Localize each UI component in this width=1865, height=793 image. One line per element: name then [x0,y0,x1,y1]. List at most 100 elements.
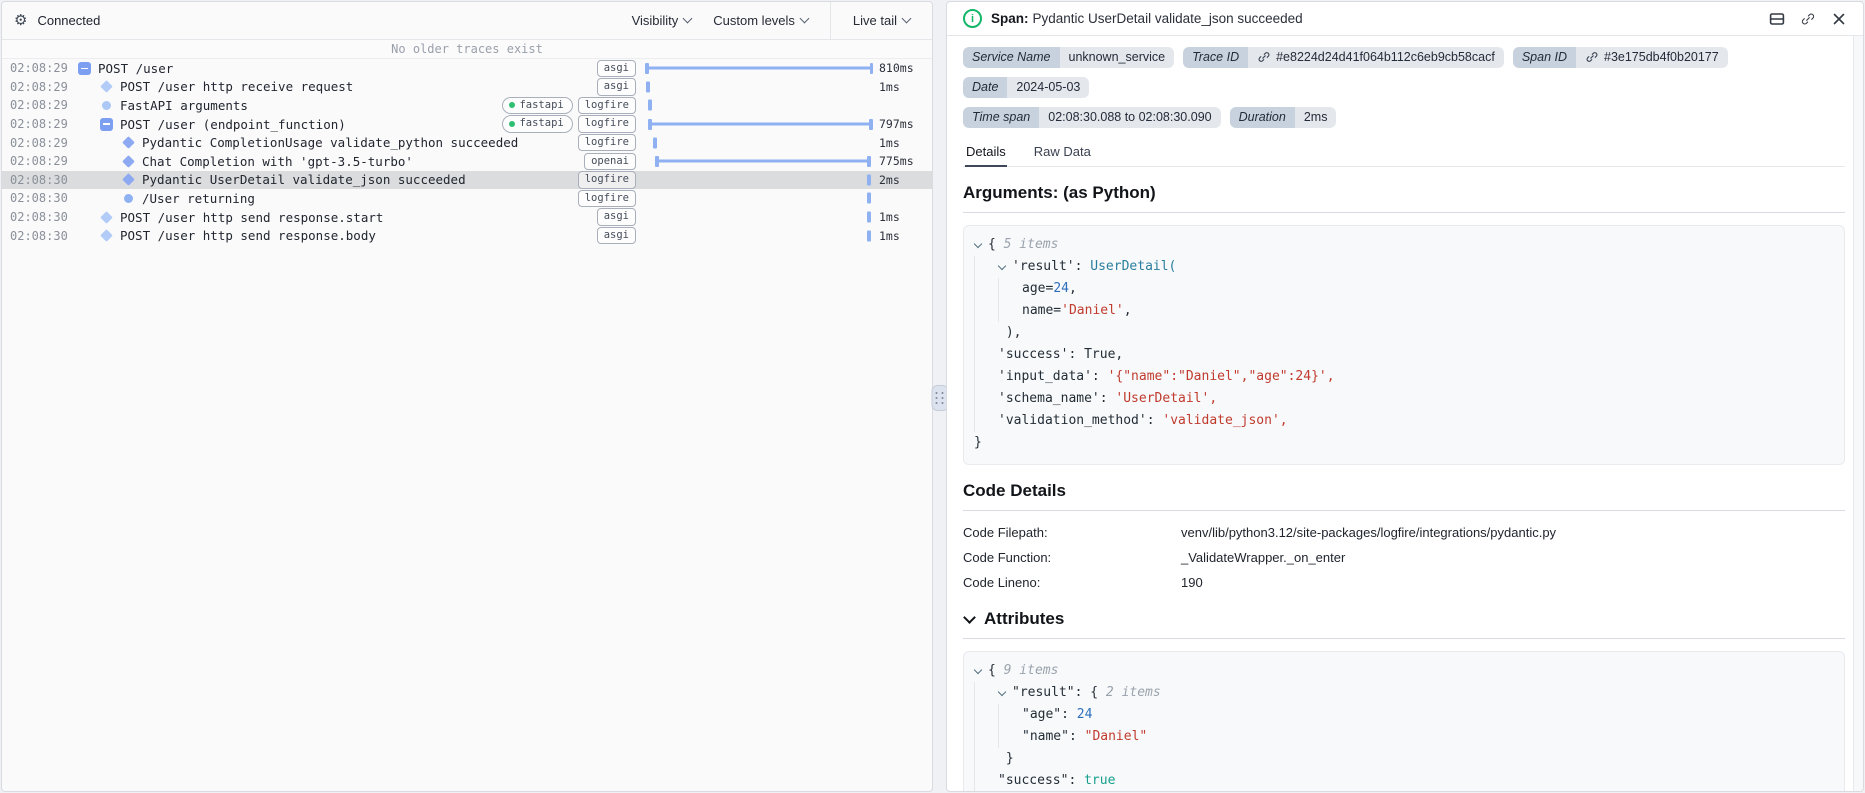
meta-badge-service-name: Service Name unknown_service [963,47,1175,68]
gear-icon[interactable]: ⚙ [14,13,27,28]
code-line: 'validation_method': 'validate_json', [974,410,1834,432]
trace-row[interactable]: 02:08:29 Pydantic CompletionUsage validat… [2,133,932,152]
indent-guide [974,682,998,704]
duration-bar-track [646,59,872,78]
meta-badge-duration: Duration 2ms [1229,107,1337,128]
arguments-heading: Arguments: (as Python) [963,183,1156,202]
meta-badge-label: Trace ID [1183,47,1249,68]
link-icon [1586,52,1598,62]
span-label: POST /user http receive request [120,79,354,95]
meta-badge-span-id: Span ID #3e175db4f0b20177 [1512,47,1728,68]
visibility-dropdown[interactable]: Visibility [632,13,693,28]
code-token: { [988,237,1004,252]
diamond-icon [122,136,135,150]
trace-row[interactable]: 02:08:29 FastAPI arguments fastapi logfire [2,96,932,115]
indent-guide [974,344,998,366]
trace-toolbar: ⚙ Connected Visibility Custom levels Liv… [2,2,932,40]
indent-guide [974,704,998,726]
span-details-header: i Span: Pydantic UserDetail validate_json… [947,2,1863,36]
scope-badge-logfire: logfire [577,189,636,208]
code-token: "Daniel" [1084,729,1148,744]
trace-row[interactable]: 02:08:29 POST /user (endpoint_function) fa… [2,115,932,134]
duration-bar [648,99,653,111]
meta-badge-label: Service Name [963,47,1060,68]
trace-row[interactable]: 02:08:30 POST /user http send response.st… [2,208,932,227]
code-line: ), [974,322,1834,344]
indent-guide [998,726,1022,748]
code-line: { 9 items [974,660,1834,682]
duration-bar [646,81,650,93]
link-icon[interactable] [1800,11,1816,27]
row-timestamp: 02:08:29 [10,154,68,169]
trace-row[interactable]: 02:08:29 POST /user http receive request a… [2,78,932,97]
span-meta-row: Time span 02:08:30.088 to 02:08:30.090 Dur… [963,107,1845,128]
close-icon[interactable] [1831,11,1847,27]
code-token: } [998,751,1014,766]
duration-label: 1ms [879,135,900,150]
span-details-panel: i Span: Pydantic UserDetail validate_json… [946,1,1864,792]
minus-square-icon[interactable] [78,61,91,75]
green-dot-icon [509,101,516,108]
minus-square-icon[interactable] [100,117,113,131]
trace-row[interactable]: 02:08:29 POST /user asgi 810ms [2,59,932,78]
duration-bar-track [646,96,872,115]
row-badges: logfire [577,133,646,152]
trace-row[interactable]: 02:08:30/User returning logfire [2,189,932,208]
duration-bar [867,192,872,204]
panel-layout-icon[interactable] [1769,11,1785,27]
trace-row[interactable]: 02:08:29 Chat Completion with 'gpt-3.5-tu… [2,152,932,171]
row-main: /User returning logfire [70,189,646,208]
meta-badge-label: Date [963,77,1008,98]
collapse-caret-icon[interactable] [998,260,1007,274]
tab-raw-data[interactable]: Raw Data [1033,137,1092,167]
link-icon [1258,52,1270,62]
indent-guide [974,410,998,432]
collapse-caret-icon[interactable] [974,664,983,678]
collapse-caret-icon[interactable] [998,686,1007,700]
meta-badge-label: Span ID [1512,47,1576,68]
live-tail-dropdown[interactable]: Live tail [853,13,912,28]
indent-guide [998,704,1022,726]
row-main: Chat Completion with 'gpt-3.5-turbo' open… [70,152,646,171]
row-main: POST /user (endpoint_function) fastapi log… [70,115,646,134]
row-badges: fastapi logfire [502,115,646,133]
grip-dots-icon [935,391,944,405]
code-token: , [1123,303,1132,318]
row-timestamp: 02:08:30 [10,191,68,206]
row-main: POST /user http send response.body asgi [70,226,646,245]
indent-guide [974,256,998,278]
tab-details[interactable]: Details [965,137,1007,167]
trace-row[interactable]: 02:08:30 POST /user http send response.bo… [2,226,932,245]
code-token: '{"name":"Daniel","age":24}', [1107,369,1335,384]
duration-bar [867,211,872,223]
code-token: UserDetail( [1090,259,1177,274]
row-main: POST /user asgi [70,59,646,78]
custom-levels-dropdown[interactable]: Custom levels [713,13,810,28]
meta-badge-value[interactable]: #e8224d24d41f064b112c6eb9cb58cacf [1248,47,1504,68]
duration-bar-track [646,189,872,208]
span-label: FastAPI arguments [120,97,248,113]
duration-label: 797ms [879,117,914,132]
row-timestamp: 02:08:29 [10,61,68,76]
code-token: name= [1022,303,1062,318]
code-token: age= [1022,281,1054,296]
trace-row[interactable]: 02:08:30 Pydantic UserDetail validate_jso… [2,170,932,190]
row-badges: asgi [596,59,646,78]
duration-label: 1ms [879,228,900,243]
code-token: true [1084,773,1116,788]
duration-bar-track [646,133,872,152]
meta-badge-value[interactable]: #3e175db4f0b20177 [1576,47,1728,68]
code-line: 'result': UserDetail( [974,256,1834,278]
indent-guide [974,388,998,410]
code-token: 24 [1076,707,1093,722]
collapse-caret-icon[interactable] [974,238,983,252]
collapse-chevron-icon[interactable] [963,610,976,624]
code-line: name= 'Daniel', [974,300,1834,322]
row-timestamp: 02:08:30 [10,172,68,187]
scope-badge-asgi: asgi [596,226,636,245]
scope-badge-asgi: asgi [596,208,636,226]
code-line: "age": 24 [974,704,1834,726]
code-function-label: Code Function: [963,550,1052,565]
scrollbar[interactable] [1853,36,1863,791]
code-token: 5 items [1003,237,1059,252]
